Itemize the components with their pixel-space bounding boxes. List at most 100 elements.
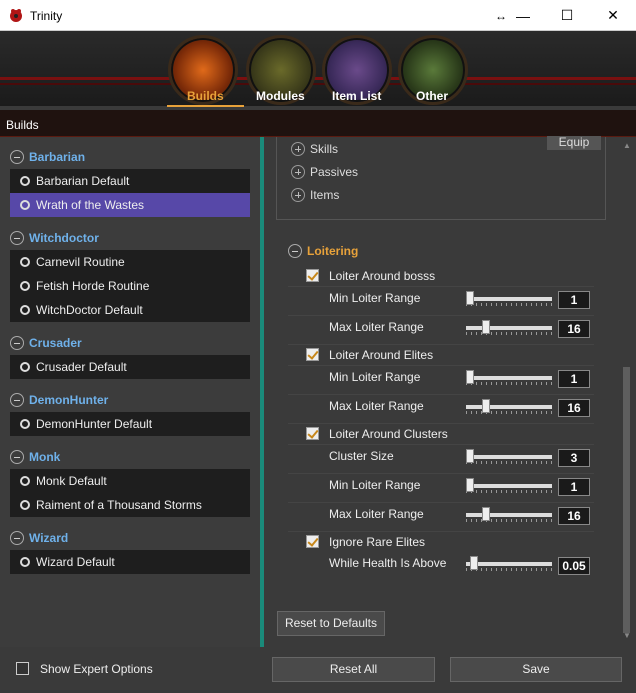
expand-icon[interactable] — [291, 142, 305, 156]
minimize-button[interactable]: — — [500, 0, 546, 31]
collapse-icon[interactable] — [10, 531, 24, 545]
expert-options-label: Show Expert Options — [40, 662, 153, 676]
section-title: Builds — [6, 118, 39, 132]
build-item[interactable]: Barbarian Default — [10, 169, 250, 193]
close-button[interactable]: ✕ — [590, 0, 636, 31]
expand-icon[interactable] — [291, 165, 305, 179]
elite-max-value[interactable]: 16 — [558, 399, 590, 417]
boss-max-value[interactable]: 16 — [558, 320, 590, 338]
slider-thumb[interactable] — [466, 449, 474, 463]
loiter-elites-checkbox[interactable] — [306, 348, 319, 361]
collapse-icon[interactable] — [10, 336, 24, 350]
loiter-bosses-row: Loiter Around bosss — [288, 265, 594, 287]
build-item[interactable]: Crusader Default — [10, 355, 250, 379]
slider-thumb[interactable] — [466, 370, 474, 384]
collapse-icon[interactable] — [10, 450, 24, 464]
radio-icon[interactable] — [20, 176, 30, 186]
slider-thumb[interactable] — [469, 556, 478, 570]
settings-pane: Equip Skills Passives Items Loitering Lo… — [268, 136, 618, 647]
radio-icon[interactable] — [20, 362, 30, 372]
slider-thumb[interactable] — [481, 320, 490, 334]
tab-other[interactable]: Other — [416, 89, 448, 103]
collapse-icon[interactable] — [10, 231, 24, 245]
build-item[interactable]: Monk Default — [10, 469, 250, 493]
build-item[interactable]: Carnevil Routine — [10, 250, 250, 274]
expert-options-checkbox[interactable] — [16, 662, 29, 675]
boss-min-slider[interactable] — [466, 291, 552, 306]
slider-thumb[interactable] — [481, 399, 490, 413]
boss-min-value[interactable]: 1 — [558, 291, 590, 309]
loiter-bosses-label: Loiter Around bosss — [329, 269, 436, 283]
build-list-wizard: Wizard Default — [10, 550, 250, 574]
slider-thumb[interactable] — [466, 291, 474, 305]
cluster-max-value[interactable]: 16 — [558, 507, 590, 525]
scroll-down-icon[interactable]: ▼ — [622, 631, 632, 641]
radio-icon[interactable] — [20, 281, 30, 291]
ignore-rare-checkbox[interactable] — [306, 535, 319, 548]
tab-builds[interactable]: Builds — [167, 89, 244, 107]
health-value[interactable]: 0.05 — [558, 557, 590, 575]
boss-max-slider[interactable] — [466, 320, 552, 335]
health-slider[interactable] — [466, 556, 552, 571]
maximize-button[interactable]: ☐ — [544, 0, 590, 31]
build-item[interactable]: Raiment of a Thousand Storms — [10, 493, 250, 517]
radio-icon[interactable] — [20, 305, 30, 315]
class-header-crusader[interactable]: Crusader — [10, 336, 82, 350]
cluster-max-slider[interactable] — [466, 507, 552, 522]
tab-item-list[interactable]: Item List — [332, 89, 381, 103]
class-header-witchdoctor[interactable]: Witchdoctor — [10, 231, 99, 245]
class-header-barbarian[interactable]: Barbarian — [10, 150, 85, 164]
expander-items[interactable]: Items — [291, 188, 339, 202]
class-header-wizard[interactable]: Wizard — [10, 531, 68, 545]
pane-divider[interactable] — [260, 137, 264, 647]
setting-row: Max Loiter Range 16 — [288, 316, 594, 345]
loiter-clusters-checkbox[interactable] — [306, 427, 319, 440]
expander-skills[interactable]: Skills — [291, 142, 338, 156]
setting-row: Min Loiter Range 1 — [288, 287, 594, 316]
settings-scrollbar[interactable]: ▲ ▼ — [620, 137, 634, 647]
class-header-demonhunter[interactable]: DemonHunter — [10, 393, 108, 407]
expander-passives[interactable]: Passives — [291, 165, 358, 179]
setting-row: While Health Is Above 0.05 — [288, 553, 594, 582]
slider-thumb[interactable] — [466, 478, 474, 492]
radio-icon[interactable] — [20, 257, 30, 267]
window-title: Trinity — [30, 9, 63, 23]
cluster-min-value[interactable]: 1 — [558, 478, 590, 496]
reset-all-button[interactable]: Reset All — [272, 657, 435, 682]
loitering-header[interactable]: Loitering — [288, 244, 358, 258]
slider-thumb[interactable] — [481, 507, 490, 521]
scrollbar-thumb[interactable] — [623, 367, 630, 633]
save-button[interactable]: Save — [450, 657, 622, 682]
build-item[interactable]: Fetish Horde Routine — [10, 274, 250, 298]
bottom-bar: Show Expert Options Reset All Save — [0, 647, 636, 693]
collapse-icon[interactable] — [10, 393, 24, 407]
elite-min-value[interactable]: 1 — [558, 370, 590, 388]
scroll-up-icon[interactable]: ▲ — [622, 141, 632, 151]
loiter-elites-label: Loiter Around Elites — [329, 348, 434, 362]
build-item[interactable]: DemonHunter Default — [10, 412, 250, 436]
radio-icon[interactable] — [20, 557, 30, 567]
expand-icon[interactable] — [291, 188, 305, 202]
build-details-box: Equip Skills Passives Items — [276, 136, 606, 220]
build-item-selected[interactable]: Wrath of the Wastes — [10, 193, 250, 217]
elite-min-slider[interactable] — [466, 370, 552, 385]
collapse-icon[interactable] — [288, 244, 302, 258]
loiter-bosses-checkbox[interactable] — [306, 269, 319, 282]
cluster-size-value[interactable]: 3 — [558, 449, 590, 467]
radio-icon[interactable] — [20, 200, 30, 210]
setting-row: Min Loiter Range 1 — [288, 366, 594, 395]
class-header-monk[interactable]: Monk — [10, 450, 60, 464]
build-item[interactable]: Wizard Default — [10, 550, 250, 574]
radio-icon[interactable] — [20, 500, 30, 510]
app-icon — [10, 9, 22, 22]
radio-icon[interactable] — [20, 476, 30, 486]
cluster-size-slider[interactable] — [466, 449, 552, 464]
cluster-min-slider[interactable] — [466, 478, 552, 493]
equip-button[interactable]: Equip — [547, 136, 601, 150]
radio-icon[interactable] — [20, 419, 30, 429]
reset-defaults-button[interactable]: Reset to Defaults — [277, 611, 385, 636]
elite-max-slider[interactable] — [466, 399, 552, 414]
tab-modules[interactable]: Modules — [256, 89, 305, 103]
build-item[interactable]: WitchDoctor Default — [10, 298, 250, 322]
collapse-icon[interactable] — [10, 150, 24, 164]
